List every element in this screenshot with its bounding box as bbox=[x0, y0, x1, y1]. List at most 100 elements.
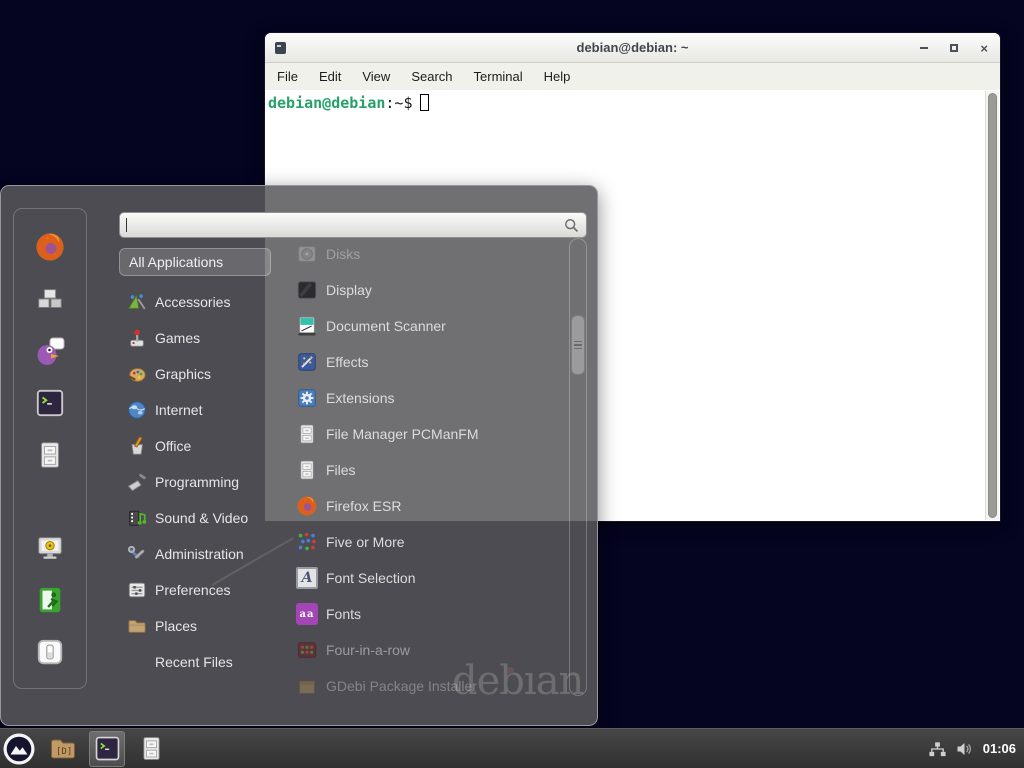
fonts-icon: aa bbox=[296, 603, 318, 625]
file-cabinet-icon bbox=[296, 459, 318, 481]
menu-terminal[interactable]: Terminal bbox=[474, 69, 523, 84]
category-label: Preferences bbox=[155, 582, 230, 598]
app-five-or-more[interactable]: Five or More bbox=[283, 524, 563, 560]
terminal-menubar: File Edit View Search Terminal Help bbox=[265, 63, 1000, 90]
menu-scrollbar-thumb[interactable] bbox=[571, 315, 585, 375]
category-internet[interactable]: Internet bbox=[119, 392, 271, 428]
office-icon bbox=[127, 436, 147, 456]
preferences-icon bbox=[127, 580, 147, 600]
app-label: Files bbox=[326, 462, 356, 478]
package-manager-icon[interactable] bbox=[34, 283, 66, 315]
menu-view[interactable]: View bbox=[362, 69, 390, 84]
menu-categories: All Applications Accessories Games Graph… bbox=[119, 248, 271, 680]
app-disks[interactable]: Disks bbox=[283, 236, 563, 272]
app-files[interactable]: Files bbox=[283, 452, 563, 488]
app-document-scanner[interactable]: Document Scanner bbox=[283, 308, 563, 344]
minimize-button[interactable] bbox=[920, 47, 928, 49]
effects-icon bbox=[296, 351, 318, 373]
app-fonts[interactable]: aa Fonts bbox=[283, 596, 563, 632]
maximize-button[interactable] bbox=[950, 44, 958, 52]
menu-scrollbar[interactable] bbox=[569, 238, 587, 696]
category-label: Games bbox=[155, 330, 200, 346]
search-input[interactable] bbox=[127, 213, 564, 237]
terminal-window-title: debian@debian: ~ bbox=[265, 40, 1000, 55]
clock: 01:06 bbox=[983, 741, 1016, 756]
category-graphics[interactable]: Graphics bbox=[119, 356, 271, 392]
category-label: Places bbox=[155, 618, 197, 634]
app-label: Extensions bbox=[326, 390, 394, 406]
category-administration[interactable]: Administration bbox=[119, 536, 271, 572]
category-label: Sound & Video bbox=[155, 510, 248, 526]
menu-search[interactable]: Search bbox=[411, 69, 452, 84]
category-label: Internet bbox=[155, 402, 202, 418]
font-selection-icon: A bbox=[296, 567, 318, 589]
category-office[interactable]: Office bbox=[119, 428, 271, 464]
category-places[interactable]: Places bbox=[119, 608, 271, 644]
app-four-in-a-row[interactable]: Four-in-a-row bbox=[283, 632, 563, 668]
lock-screen-icon[interactable] bbox=[34, 532, 66, 564]
taskbar-files-launcher[interactable] bbox=[133, 731, 169, 767]
app-label: Five or More bbox=[326, 534, 405, 550]
taskbar-file-manager-launcher[interactable]: [D] bbox=[45, 731, 81, 767]
accessories-icon bbox=[127, 292, 147, 312]
category-label: Office bbox=[155, 438, 191, 454]
pidgin-icon[interactable] bbox=[34, 335, 66, 367]
category-all-applications[interactable]: All Applications bbox=[119, 248, 271, 276]
app-label: Display bbox=[326, 282, 372, 298]
category-label: Administration bbox=[155, 546, 244, 562]
menu-file[interactable]: File bbox=[277, 69, 298, 84]
app-gdebi-package-installer[interactable]: GDebi Package Installer bbox=[283, 668, 563, 696]
document-scanner-icon bbox=[296, 315, 318, 337]
app-display[interactable]: Display bbox=[283, 272, 563, 308]
app-extensions[interactable]: Extensions bbox=[283, 380, 563, 416]
app-file-manager-pcmanfm[interactable]: File Manager PCManFM bbox=[283, 416, 563, 452]
category-games[interactable]: Games bbox=[119, 320, 271, 356]
category-programming[interactable]: Programming bbox=[119, 464, 271, 500]
terminal-scrollbar[interactable] bbox=[985, 91, 999, 520]
no-icon bbox=[127, 652, 147, 672]
terminal-titlebar[interactable]: debian@debian: ~ × bbox=[265, 33, 1000, 63]
file-cabinet-icon bbox=[138, 735, 165, 762]
shutdown-icon[interactable] bbox=[34, 636, 66, 668]
taskbar-terminal-window-button[interactable] bbox=[89, 731, 125, 767]
category-recent-files[interactable]: Recent Files bbox=[119, 644, 271, 680]
internet-globe-icon bbox=[127, 400, 147, 420]
file-cabinet-icon[interactable] bbox=[34, 439, 66, 471]
disks-icon bbox=[296, 243, 318, 265]
firefox-icon bbox=[296, 495, 318, 517]
category-sound-video[interactable]: Sound & Video bbox=[119, 500, 271, 536]
terminal-scrollbar-thumb[interactable] bbox=[988, 93, 997, 518]
app-label: Font Selection bbox=[326, 570, 416, 586]
app-firefox-esr[interactable]: Firefox ESR bbox=[283, 488, 563, 524]
display-icon bbox=[296, 279, 318, 301]
network-icon[interactable] bbox=[928, 741, 947, 757]
terminal-app-icon[interactable] bbox=[34, 387, 66, 419]
app-font-selection[interactable]: A Font Selection bbox=[283, 560, 563, 596]
category-label: Graphics bbox=[155, 366, 211, 382]
start-menu-button[interactable] bbox=[1, 731, 37, 767]
app-effects[interactable]: Effects bbox=[283, 344, 563, 380]
five-or-more-icon bbox=[296, 531, 318, 553]
close-button[interactable]: × bbox=[980, 42, 988, 55]
menu-search-box[interactable] bbox=[119, 212, 587, 238]
menu-edit[interactable]: Edit bbox=[319, 69, 341, 84]
app-label: Fonts bbox=[326, 606, 361, 622]
logout-icon[interactable] bbox=[34, 584, 66, 616]
svg-text:[D]: [D] bbox=[56, 747, 72, 757]
sound-video-icon bbox=[127, 508, 147, 528]
category-label: All Applications bbox=[129, 254, 223, 270]
app-label: File Manager PCManFM bbox=[326, 426, 479, 442]
system-tray: 01:06 bbox=[928, 741, 1024, 757]
firefox-icon[interactable] bbox=[34, 231, 66, 263]
category-accessories[interactable]: Accessories bbox=[119, 284, 271, 320]
file-cabinet-icon bbox=[296, 423, 318, 445]
extensions-icon bbox=[296, 387, 318, 409]
category-preferences[interactable]: Preferences bbox=[119, 572, 271, 608]
app-label: Effects bbox=[326, 354, 369, 370]
package-icon bbox=[296, 675, 318, 696]
menu-favorites-sidebar bbox=[13, 208, 87, 689]
volume-icon[interactable] bbox=[956, 741, 974, 757]
menu-help[interactable]: Help bbox=[544, 69, 571, 84]
terminal-cursor bbox=[420, 94, 429, 111]
folder-d-icon: [D] bbox=[49, 735, 77, 763]
